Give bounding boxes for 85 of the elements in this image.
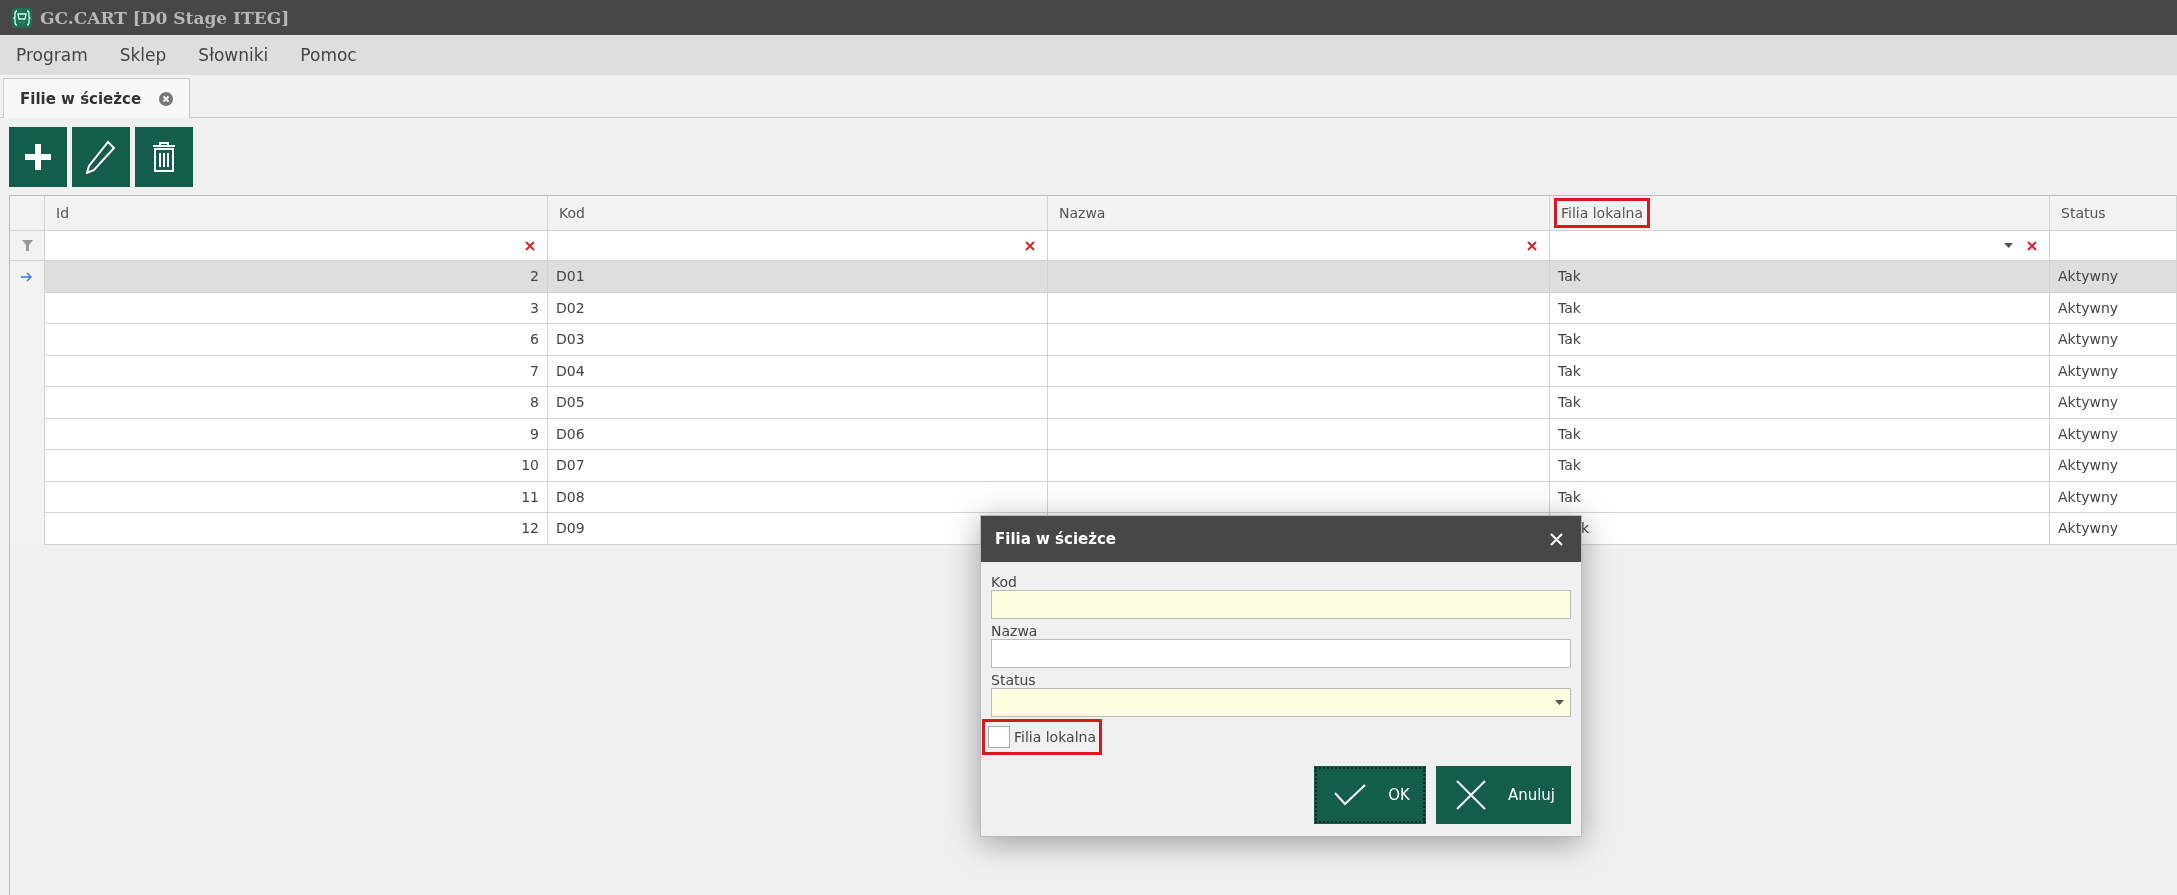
menu-item[interactable]: Sklep	[109, 45, 177, 65]
window-title: GC.CART [D0 Stage ITEG]	[40, 7, 290, 28]
close-icon[interactable]	[159, 91, 174, 106]
table-cell: Aktywny	[2050, 513, 2177, 545]
checkbox[interactable]	[988, 726, 1010, 748]
table-cell: D05	[548, 387, 1048, 419]
clear-icon[interactable]	[2027, 240, 2037, 251]
input-field[interactable]	[991, 590, 1571, 619]
dropdown-icon[interactable]	[2004, 243, 2013, 248]
table-cell: Aktywny	[2050, 355, 2177, 387]
close-icon	[1550, 532, 1563, 546]
table-cell: 12	[45, 513, 548, 545]
edit-button[interactable]	[72, 127, 130, 187]
table-cell: Aktywny	[2050, 418, 2177, 450]
column-label: Filia lokalna	[1557, 201, 1647, 225]
filter-field[interactable]	[548, 231, 1048, 261]
checkbox-label: Filia lokalna	[1014, 729, 1096, 745]
table-cell: Tak	[1550, 387, 2050, 419]
table-cell: Tak	[1550, 418, 2050, 450]
table-cell: Aktywny	[2050, 481, 2177, 513]
check-icon	[1334, 784, 1367, 806]
table-cell: D01	[548, 261, 1048, 293]
table-cell: 8	[45, 387, 548, 419]
table-cell: Tak	[1550, 261, 2050, 293]
column-label: Kod	[558, 204, 586, 223]
table-cell: Tak	[1550, 355, 2050, 387]
plus-icon	[23, 142, 53, 172]
table-cell: D08	[548, 481, 1048, 513]
field-label: Nazwa	[991, 623, 1039, 639]
column-label: Nazwa	[1058, 204, 1107, 223]
table-cell: 9	[45, 418, 548, 450]
table-cell: Aktywny	[2050, 292, 2177, 324]
column-label: Id	[55, 204, 70, 223]
table-cell: 11	[45, 481, 548, 513]
column-header[interactable]: Filia lokalna	[1550, 195, 2050, 231]
table-cell: 6	[45, 324, 548, 356]
menu-item[interactable]: Program	[6, 45, 98, 65]
close-icon	[1455, 780, 1486, 810]
table-cell: 7	[45, 355, 548, 387]
field-label: Status	[991, 672, 1037, 688]
cancel-button[interactable]: Anuluj	[1435, 766, 1571, 824]
table-cell: Aktywny	[2050, 324, 2177, 356]
table-cell: 10	[45, 450, 548, 482]
filter-field[interactable]	[1048, 231, 1550, 261]
table-cell: D04	[548, 355, 1048, 387]
column-header[interactable]: Id	[45, 195, 548, 231]
table-cell: k	[1550, 513, 2050, 545]
column-header[interactable]: Nazwa	[1048, 195, 1550, 231]
table-cell: Aktywny	[2050, 261, 2177, 293]
menu-item[interactable]: Pomoc	[290, 45, 367, 65]
filter-field[interactable]	[45, 231, 548, 261]
clear-icon[interactable]	[1527, 240, 1537, 251]
table-cell: Aktywny	[2050, 450, 2177, 482]
table-cell: Tak	[1550, 292, 2050, 324]
filter-field[interactable]	[1550, 231, 2050, 261]
trash-icon	[152, 141, 176, 173]
table-cell: D03	[548, 324, 1048, 356]
filter-field[interactable]	[2050, 231, 2177, 261]
table-cell: Tak	[1550, 481, 2050, 513]
ok-button[interactable]: OK	[1314, 766, 1426, 824]
menu-item[interactable]: Słowniki	[188, 45, 279, 65]
table-cell: Tak	[1550, 450, 2050, 482]
column-label: Status	[2060, 204, 2107, 223]
dropdown-icon	[1555, 700, 1564, 705]
field-label: Kod	[991, 574, 1018, 590]
table-cell: 3	[45, 292, 548, 324]
filter-icon	[21, 240, 33, 251]
table-cell: D06	[548, 418, 1048, 450]
table-cell: 2	[45, 261, 548, 293]
clear-icon[interactable]	[525, 240, 535, 251]
row-pointer-icon	[21, 271, 33, 282]
pencil-icon	[86, 140, 116, 174]
column-header[interactable]: Status	[2050, 195, 2177, 231]
table-cell: D02	[548, 292, 1048, 324]
input-field[interactable]	[991, 639, 1571, 668]
dropdown-field[interactable]	[991, 688, 1571, 717]
delete-button[interactable]	[135, 127, 193, 187]
table-cell: Aktywny	[2050, 387, 2177, 419]
add-button[interactable]	[9, 127, 67, 187]
clear-icon[interactable]	[1025, 240, 1035, 251]
column-header[interactable]: Kod	[548, 195, 1048, 231]
table-cell: Tak	[1550, 324, 2050, 356]
tab[interactable]: Filie w ścieżce	[3, 78, 191, 118]
cart-icon	[12, 7, 32, 28]
table-cell: D07	[548, 450, 1048, 482]
